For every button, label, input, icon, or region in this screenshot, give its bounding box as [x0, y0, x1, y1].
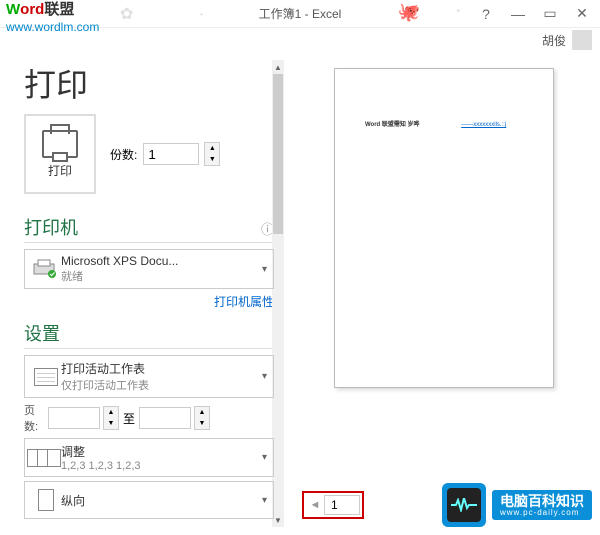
print-scope-dropdown[interactable]: 打印活动工作表 仅打印活动工作表 ▾	[24, 355, 274, 398]
collate-sub: 1,2,3 1,2,3 1,2,3	[61, 460, 262, 472]
page-heading: 打印	[24, 60, 284, 106]
settings-section-title: 设置	[24, 320, 284, 346]
footer-logo-overlay: 电脑百科知识 www.pc-daily.com	[442, 483, 592, 527]
preview-content: Word 联盟需知 岁哗 ——xxxxxxxlls.::j	[365, 119, 523, 128]
page-navigation: ◄ 1	[302, 491, 364, 519]
logo-text: 电脑百科知识 www.pc-daily.com	[492, 490, 592, 520]
print-button-label: 打印	[48, 162, 72, 179]
copies-input[interactable]	[143, 143, 199, 165]
printer-small-icon	[31, 258, 61, 280]
dropdown-caret-icon: ▾	[262, 264, 267, 275]
pages-to-label: 至	[123, 410, 135, 427]
copies-spin-up[interactable]: ▲	[205, 143, 219, 154]
pages-to-input[interactable]	[139, 407, 191, 429]
printer-name: Microsoft XPS Docu...	[61, 254, 262, 268]
pages-to-up[interactable]: ▲	[195, 407, 209, 418]
collate-dropdown[interactable]: 调整 1,2,3 1,2,3 1,2,3 ▾	[24, 438, 274, 477]
printer-dropdown[interactable]: Microsoft XPS Docu... 就绪 ▾	[24, 249, 274, 289]
printer-section-title: 打印机	[24, 214, 261, 240]
orientation-main: 纵向	[61, 492, 262, 509]
window-title: 工作簿1 - Excel	[259, 5, 342, 22]
current-page-input[interactable]: 1	[324, 495, 360, 515]
window-titlebar: ✿ • 🐙 • 工作簿1 - Excel ? — ▭ ✕	[0, 0, 600, 28]
dropdown-caret-icon: ▾	[262, 452, 267, 463]
pages-from-input[interactable]	[48, 407, 100, 429]
user-name: 胡俊	[542, 32, 566, 49]
pages-from-down[interactable]: ▼	[104, 418, 118, 429]
print-button[interactable]: 打印	[24, 114, 96, 194]
prev-page-button[interactable]: ◄	[306, 495, 324, 515]
divider	[24, 242, 274, 243]
scope-main: 打印活动工作表	[61, 360, 262, 377]
printer-status: 就绪	[61, 268, 262, 284]
restore-button[interactable]: ▭	[536, 3, 564, 25]
scope-sub: 仅打印活动工作表	[61, 377, 262, 393]
copies-label: 份数:	[110, 146, 137, 163]
preview-line2: ——xxxxxxxlls.::j	[461, 122, 506, 128]
worksheet-icon	[31, 368, 61, 386]
dropdown-caret-icon: ▾	[262, 371, 267, 382]
print-preview-panel: Word 联盟需知 岁哗 ——xxxxxxxlls.::j ◄ 1	[288, 52, 600, 535]
orientation-dropdown[interactable]: 纵向 ▾	[24, 481, 274, 519]
copies-spin-down[interactable]: ▼	[205, 154, 219, 165]
portrait-icon	[31, 489, 61, 511]
user-avatar[interactable]	[572, 30, 592, 50]
collate-main: 调整	[61, 443, 262, 460]
pages-label: 页数:	[24, 402, 44, 434]
close-button[interactable]: ✕	[568, 3, 596, 25]
preview-line1: Word 联盟需知 岁哗	[365, 122, 420, 128]
print-settings-panel: ▲ ▼ 打印 打印 份数: ▲ ▼ 打印机 ⓘ	[0, 52, 288, 535]
printer-properties-link[interactable]: 打印机属性	[24, 293, 284, 310]
collate-icon	[31, 449, 61, 467]
preview-page: Word 联盟需知 岁哗 ——xxxxxxxlls.::j	[334, 68, 554, 388]
scroll-up-arrow[interactable]: ▲	[272, 60, 284, 74]
dropdown-caret-icon: ▾	[262, 495, 267, 506]
scroll-thumb[interactable]	[273, 74, 283, 234]
logo-badge-icon	[442, 483, 486, 527]
minimize-button[interactable]: —	[504, 3, 532, 25]
pages-to-down[interactable]: ▼	[195, 418, 209, 429]
printer-icon	[42, 130, 78, 158]
user-bar: 胡俊	[0, 28, 600, 52]
pages-from-up[interactable]: ▲	[104, 407, 118, 418]
help-button[interactable]: ?	[472, 3, 500, 25]
divider	[24, 348, 274, 349]
